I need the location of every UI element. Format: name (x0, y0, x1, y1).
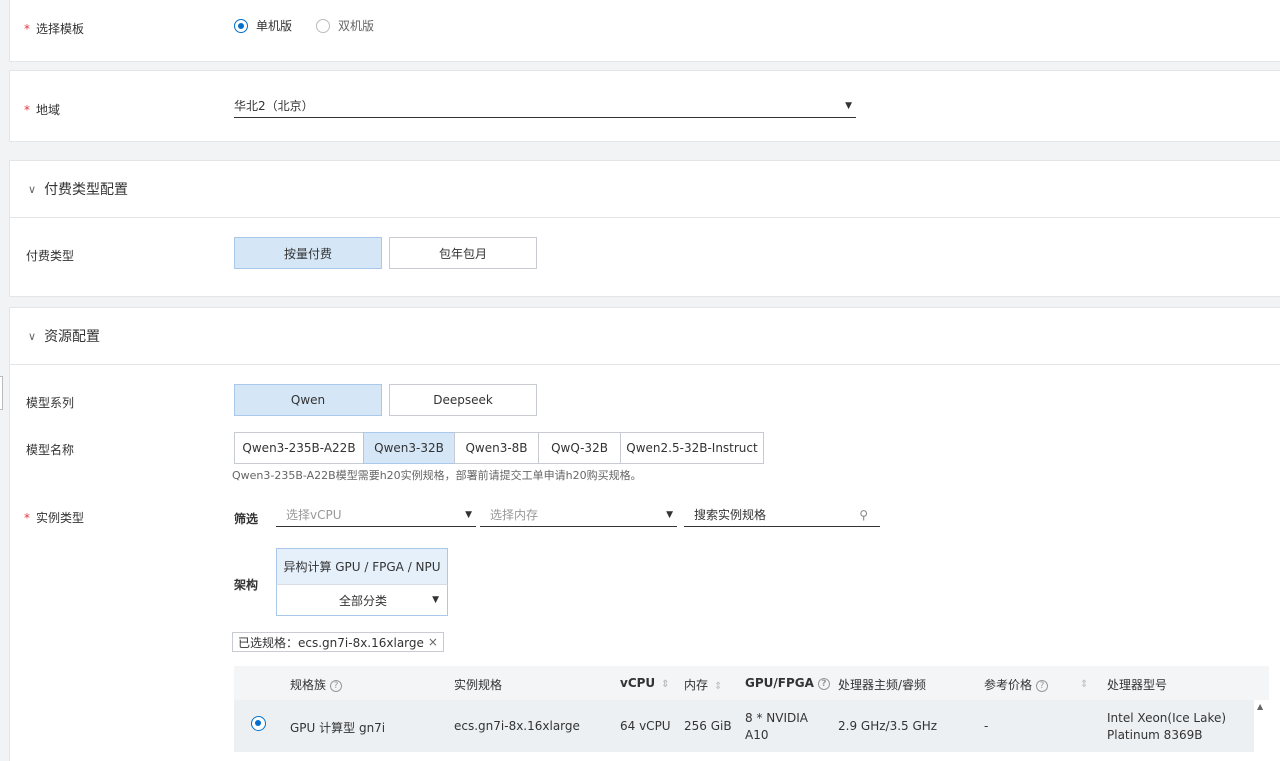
row-vcpu: 64 vCPU (620, 719, 671, 733)
required-mark: * (24, 103, 30, 117)
col-price: 参考价格? (984, 676, 1049, 693)
region-select[interactable]: 华北2（北京） ▼ (234, 94, 856, 118)
spec-search-input[interactable]: 搜索实例规格 ⚲ (684, 503, 880, 527)
caret-down-icon: ▼ (845, 100, 852, 111)
row-gpu: 8 * NVIDIA A10 (745, 711, 808, 742)
billing-type-group: 按量付费 包年包月 (234, 237, 537, 269)
sort-icon[interactable]: ⇕ (1080, 679, 1088, 690)
billing-option-subscription[interactable]: 包年包月 (389, 237, 537, 269)
instance-table-header: 规格族? 实例规格 vCPU ⇕ 内存 ⇕ GPU/FPGA? 处理器主频/睿频 参… (234, 666, 1269, 700)
template-card: * 选择模板 单机版 双机版 (9, 0, 1280, 62)
arch-label: 架构 (234, 578, 259, 592)
model-name-qwen25-32b-instruct[interactable]: Qwen2.5-32B-Instruct (620, 432, 764, 464)
row-memory: 256 GiB (684, 719, 732, 733)
row-price: - (984, 719, 989, 733)
table-row[interactable]: GPU 计算型 gn7i ecs.gn7i-8x.16xlarge 64 vCP… (234, 700, 1254, 752)
vcpu-select[interactable]: 选择vCPU ▼ (276, 503, 476, 527)
col-price-sort[interactable]: ⇕ (1080, 676, 1088, 690)
required-mark: * (24, 22, 30, 36)
col-gpu: GPU/FPGA? (745, 676, 830, 690)
model-series-label: 模型系列 (26, 396, 75, 410)
col-memory[interactable]: 内存 ⇕ (684, 676, 722, 693)
arch-tab-heterogeneous[interactable]: 异构计算 GPU / FPGA / NPU (276, 548, 448, 584)
col-cpu-model: 处理器型号 (1107, 678, 1168, 692)
col-spec: 实例规格 (454, 678, 503, 692)
sort-icon[interactable]: ⇕ (714, 681, 722, 692)
help-icon[interactable]: ? (817, 677, 830, 690)
row-spec: ecs.gn7i-8x.16xlarge (454, 719, 580, 733)
col-frequency: 处理器主频/睿频 (838, 678, 927, 692)
radio-icon-selected[interactable] (234, 18, 248, 33)
model-name-qwen3-32b[interactable]: Qwen3-32B (363, 432, 455, 464)
required-mark: * (24, 511, 30, 525)
arch-category-select[interactable]: 全部分类 ▼ (276, 584, 448, 616)
model-name-hint: Qwen3-235B-A22B模型需要h20实例规格，部署前请提交工单申请h20… (232, 469, 642, 482)
billing-option-payg[interactable]: 按量付费 (234, 237, 382, 269)
region-card: * 地域 华北2（北京） ▼ (9, 70, 1280, 142)
model-name-label: 模型名称 (26, 443, 75, 457)
model-name-qwen3-235b[interactable]: Qwen3-235B-A22B (234, 432, 364, 464)
resource-section-header[interactable]: ∨ 资源配置 (10, 308, 1280, 365)
memory-select[interactable]: 选择内存 ▼ (480, 503, 677, 527)
filter-label: 筛选 (234, 512, 259, 526)
caret-down-icon: ▼ (666, 509, 673, 520)
model-name-qwen3-8b[interactable]: Qwen3-8B (454, 432, 539, 464)
row-frequency: 2.9 GHz/3.5 GHz (838, 719, 938, 733)
template-option-dual[interactable]: 双机版 (316, 17, 374, 34)
search-icon[interactable]: ⚲ (859, 508, 880, 522)
chevron-down-icon: ∨ (28, 329, 37, 343)
col-family: 规格族? (290, 676, 343, 693)
template-label: * 选择模板 (24, 22, 85, 36)
row-family: GPU 计算型 gn7i (290, 721, 386, 735)
caret-down-icon: ▼ (432, 595, 439, 605)
billing-card: ∨ 付费类型配置 付费类型 按量付费 包年包月 (9, 160, 1280, 297)
help-icon[interactable]: ? (330, 679, 343, 692)
radio-icon[interactable] (316, 18, 330, 33)
model-series-deepseek[interactable]: Deepseek (389, 384, 537, 416)
selected-spec-tag: 已选规格：ecs.gn7i-8x.16xlarge × (232, 632, 444, 652)
caret-down-icon: ▼ (465, 509, 472, 520)
region-label: * 地域 (24, 103, 61, 117)
model-name-group: Qwen3-235B-A22B Qwen3-32B Qwen3-8B QwQ-3… (234, 432, 764, 464)
table-scrollbar[interactable]: ▲ (1254, 700, 1269, 752)
instance-type-label: * 实例类型 (24, 511, 85, 525)
template-option-standalone[interactable]: 单机版 (234, 17, 292, 34)
model-name-qwq-32b[interactable]: QwQ-32B (538, 432, 621, 464)
row-cpu-model: Intel Xeon(Ice Lake) Platinum 8369B (1107, 711, 1227, 742)
col-vcpu[interactable]: vCPU ⇕ (620, 676, 670, 690)
model-series-qwen[interactable]: Qwen (234, 384, 382, 416)
side-collapse-handle[interactable] (0, 376, 3, 410)
scroll-up-icon[interactable]: ▲ (1257, 702, 1263, 711)
close-icon[interactable]: × (428, 635, 438, 649)
help-icon[interactable]: ? (1036, 679, 1049, 692)
chevron-down-icon: ∨ (28, 182, 37, 196)
billing-section-header[interactable]: ∨ 付费类型配置 (10, 161, 1280, 218)
model-series-group: Qwen Deepseek (234, 384, 537, 416)
row-radio-icon[interactable] (251, 716, 266, 731)
sort-icon[interactable]: ⇕ (661, 679, 669, 690)
billing-type-label: 付费类型 (26, 249, 75, 263)
